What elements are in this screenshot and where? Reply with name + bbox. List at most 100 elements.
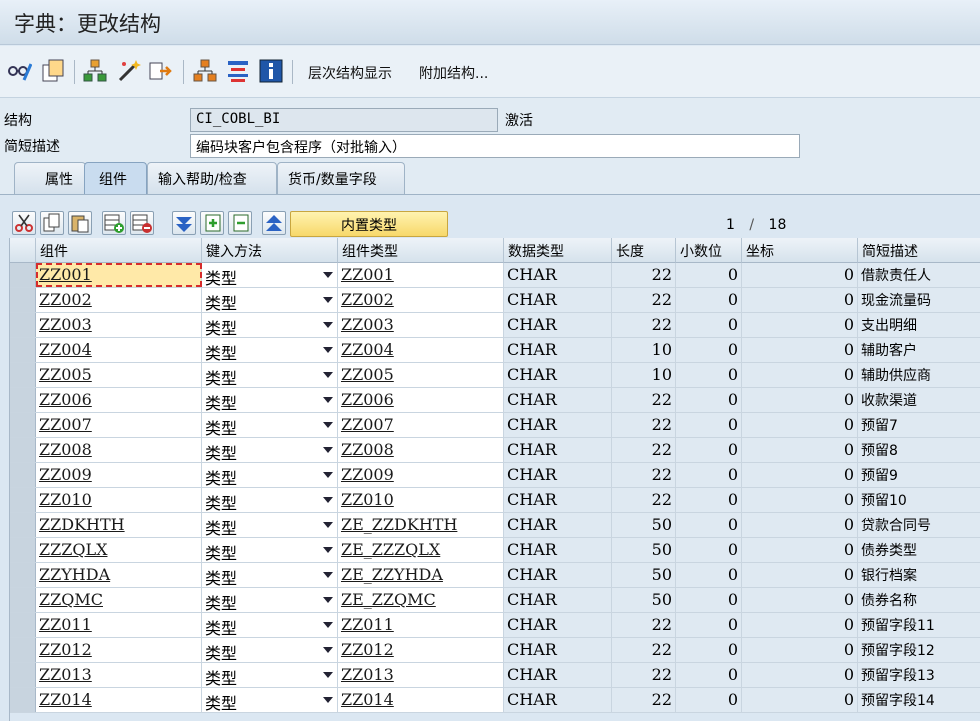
entry-method-select[interactable]: 类型 bbox=[202, 588, 338, 612]
row-selector[interactable] bbox=[10, 588, 36, 612]
tab-input-help[interactable]: 输入帮助/检查 bbox=[147, 162, 277, 194]
component-cell[interactable]: ZZ004 bbox=[36, 338, 202, 362]
col-header-short-desc[interactable]: 简短描述 bbox=[858, 238, 980, 263]
table-row[interactable]: ZZ002 类型 ZZ002 CHAR 22 0 0 现金流量码 bbox=[10, 288, 980, 313]
component-cell[interactable]: ZZ006 bbox=[36, 388, 202, 412]
row-selector[interactable] bbox=[10, 463, 36, 487]
entry-method-select[interactable]: 类型 bbox=[202, 338, 338, 362]
row-selector[interactable] bbox=[10, 488, 36, 512]
dropdown-arrow-icon[interactable] bbox=[323, 272, 333, 278]
table-row[interactable]: ZZ004 类型 ZZ004 CHAR 10 0 0 辅助客户 bbox=[10, 338, 980, 363]
dropdown-arrow-icon[interactable] bbox=[323, 647, 333, 653]
row-selector[interactable] bbox=[10, 513, 36, 537]
row-selector[interactable] bbox=[10, 538, 36, 562]
col-header-decimals[interactable]: 小数位 bbox=[676, 238, 742, 263]
table-row[interactable]: ZZ012 类型 ZZ012 CHAR 22 0 0 预留字段12 bbox=[10, 638, 980, 663]
component-type-cell[interactable]: ZE_ZZZQLX bbox=[338, 538, 504, 562]
col-header-entry-method[interactable]: 键入方法 bbox=[202, 238, 338, 263]
entry-method-select[interactable]: 类型 bbox=[202, 638, 338, 662]
col-header-length[interactable]: 长度 bbox=[612, 238, 676, 263]
component-type-cell[interactable]: ZZ010 bbox=[338, 488, 504, 512]
table-row[interactable]: ZZ007 类型 ZZ007 CHAR 22 0 0 预留7 bbox=[10, 413, 980, 438]
row-selector[interactable] bbox=[10, 288, 36, 312]
expand-icon[interactable] bbox=[172, 211, 196, 235]
row-selector[interactable] bbox=[10, 638, 36, 662]
component-cell[interactable]: ZZ001 bbox=[36, 263, 202, 287]
dropdown-arrow-icon[interactable] bbox=[323, 572, 333, 578]
delete-row-icon[interactable] bbox=[130, 211, 154, 235]
col-header-data-type[interactable]: 数据类型 bbox=[504, 238, 612, 263]
entry-method-select[interactable]: 类型 bbox=[202, 413, 338, 437]
component-type-cell[interactable]: ZZ013 bbox=[338, 663, 504, 687]
component-type-cell[interactable]: ZE_ZZDKHTH bbox=[338, 513, 504, 537]
component-cell[interactable]: ZZ012 bbox=[36, 638, 202, 662]
component-cell[interactable]: ZZDKHTH bbox=[36, 513, 202, 537]
table-row[interactable]: ZZ009 类型 ZZ009 CHAR 22 0 0 预留9 bbox=[10, 463, 980, 488]
dropdown-arrow-icon[interactable] bbox=[323, 522, 333, 528]
hierarchy-icon[interactable] bbox=[82, 58, 108, 84]
dropdown-arrow-icon[interactable] bbox=[323, 622, 333, 628]
table-row[interactable]: ZZ001 类型 ZZ001 CHAR 22 0 0 借款责任人 bbox=[10, 263, 980, 288]
component-cell[interactable]: ZZ003 bbox=[36, 313, 202, 337]
dropdown-arrow-icon[interactable] bbox=[323, 322, 333, 328]
table-row[interactable]: ZZDKHTH 类型 ZE_ZZDKHTH CHAR 50 0 0 贷款合同号 bbox=[10, 513, 980, 538]
dropdown-arrow-icon[interactable] bbox=[323, 447, 333, 453]
table-row[interactable]: ZZ014 类型 ZZ014 CHAR 22 0 0 预留字段14 bbox=[10, 688, 980, 713]
entry-method-select[interactable]: 类型 bbox=[202, 438, 338, 462]
copy-icon[interactable] bbox=[40, 58, 66, 84]
table-row[interactable]: ZZQMC 类型 ZE_ZZQMC CHAR 50 0 0 债券名称 bbox=[10, 588, 980, 613]
table-row[interactable]: ZZ013 类型 ZZ013 CHAR 22 0 0 预留字段13 bbox=[10, 663, 980, 688]
row-selector[interactable] bbox=[10, 413, 36, 437]
cut-icon[interactable] bbox=[12, 211, 36, 235]
table-row[interactable]: ZZ006 类型 ZZ006 CHAR 22 0 0 收款渠道 bbox=[10, 388, 980, 413]
row-selector[interactable] bbox=[10, 613, 36, 637]
tab-components[interactable]: 组件 bbox=[84, 162, 147, 194]
forward-icon[interactable] bbox=[148, 58, 174, 84]
row-selector[interactable] bbox=[10, 388, 36, 412]
dropdown-arrow-icon[interactable] bbox=[323, 472, 333, 478]
table-row[interactable]: ZZ008 类型 ZZ008 CHAR 22 0 0 预留8 bbox=[10, 438, 980, 463]
component-type-cell[interactable]: ZZ001 bbox=[338, 263, 504, 287]
entry-method-select[interactable]: 类型 bbox=[202, 463, 338, 487]
entry-method-select[interactable]: 类型 bbox=[202, 613, 338, 637]
dropdown-arrow-icon[interactable] bbox=[323, 422, 333, 428]
dropdown-arrow-icon[interactable] bbox=[323, 547, 333, 553]
short-desc-field[interactable]: 编码块客户包含程序（对批输入） bbox=[190, 134, 800, 158]
entry-method-select[interactable]: 类型 bbox=[202, 513, 338, 537]
builtin-type-button[interactable]: 内置类型 bbox=[290, 211, 448, 237]
component-cell[interactable]: ZZYHDA bbox=[36, 563, 202, 587]
row-selector[interactable] bbox=[10, 363, 36, 387]
copy-row-icon[interactable] bbox=[40, 211, 64, 235]
paste-icon[interactable] bbox=[68, 211, 92, 235]
component-type-cell[interactable]: ZE_ZZYHDA bbox=[338, 563, 504, 587]
entry-method-select[interactable]: 类型 bbox=[202, 388, 338, 412]
entry-method-select[interactable]: 类型 bbox=[202, 313, 338, 337]
entry-method-select[interactable]: 类型 bbox=[202, 688, 338, 712]
list-format-icon[interactable] bbox=[225, 58, 251, 84]
row-selector[interactable] bbox=[10, 563, 36, 587]
dropdown-arrow-icon[interactable] bbox=[323, 372, 333, 378]
entry-method-select[interactable]: 类型 bbox=[202, 288, 338, 312]
table-row[interactable]: ZZYHDA 类型 ZE_ZZYHDA CHAR 50 0 0 银行档案 bbox=[10, 563, 980, 588]
component-type-cell[interactable]: ZZ006 bbox=[338, 388, 504, 412]
component-type-cell[interactable]: ZZ009 bbox=[338, 463, 504, 487]
glasses-pencil-icon[interactable] bbox=[6, 58, 32, 84]
component-cell[interactable]: ZZ009 bbox=[36, 463, 202, 487]
component-cell[interactable]: ZZ013 bbox=[36, 663, 202, 687]
magic-wand-icon[interactable] bbox=[116, 58, 142, 84]
component-type-cell[interactable]: ZZ011 bbox=[338, 613, 504, 637]
component-cell[interactable]: ZZ002 bbox=[36, 288, 202, 312]
component-cell[interactable]: ZZ010 bbox=[36, 488, 202, 512]
component-cell[interactable]: ZZ007 bbox=[36, 413, 202, 437]
append-structure-button[interactable]: 附加结构... bbox=[419, 63, 488, 83]
dropdown-arrow-icon[interactable] bbox=[323, 497, 333, 503]
entry-method-select[interactable]: 类型 bbox=[202, 488, 338, 512]
dropdown-arrow-icon[interactable] bbox=[323, 297, 333, 303]
component-type-cell[interactable]: ZZ007 bbox=[338, 413, 504, 437]
component-cell[interactable]: ZZZQLX bbox=[36, 538, 202, 562]
table-row[interactable]: ZZ010 类型 ZZ010 CHAR 22 0 0 预留10 bbox=[10, 488, 980, 513]
insert-row-icon[interactable] bbox=[102, 211, 126, 235]
dropdown-arrow-icon[interactable] bbox=[323, 397, 333, 403]
row-selector[interactable] bbox=[10, 263, 36, 287]
entry-method-select[interactable]: 类型 bbox=[202, 663, 338, 687]
